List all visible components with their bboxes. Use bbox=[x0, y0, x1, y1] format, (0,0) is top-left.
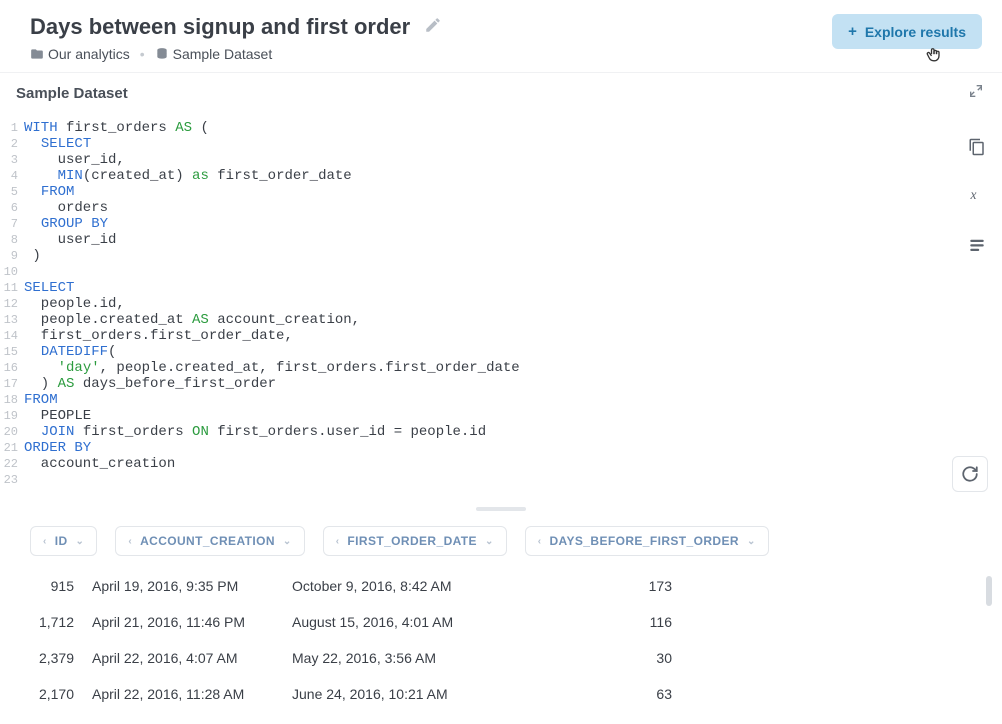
chevron-down-icon: ⌄ bbox=[485, 536, 494, 547]
cell-account-creation: April 19, 2016, 9:35 PM bbox=[92, 578, 292, 594]
svg-text:x: x bbox=[970, 187, 977, 202]
line-number-gutter: 1234567891011121314151617181920212223 bbox=[0, 120, 24, 496]
cell-days-before-first-order: 116 bbox=[512, 614, 672, 630]
snippet-icon[interactable] bbox=[968, 236, 988, 259]
chevron-left-icon: ‹ bbox=[336, 536, 340, 547]
cell-days-before-first-order: 30 bbox=[512, 650, 672, 666]
cell-first-order-date: June 24, 2016, 10:21 AM bbox=[292, 686, 512, 702]
table-row[interactable]: 2,379April 22, 2016, 4:07 AMMay 22, 2016… bbox=[30, 640, 1002, 676]
column-header[interactable]: ‹ DAYS_BEFORE_FIRST_ORDER ⌄ bbox=[525, 526, 769, 556]
column-label: ACCOUNT_CREATION bbox=[140, 534, 275, 548]
pane-resize-handle[interactable] bbox=[0, 502, 1002, 516]
cell-days-before-first-order: 173 bbox=[512, 578, 672, 594]
column-header[interactable]: ‹ ID ⌄ bbox=[30, 526, 97, 556]
cell-id: 2,170 bbox=[30, 686, 92, 702]
explore-results-button[interactable]: + Explore results bbox=[832, 14, 982, 49]
table-row[interactable]: 1,712April 21, 2016, 11:46 PMAugust 15, … bbox=[30, 604, 1002, 640]
cell-id: 915 bbox=[30, 578, 92, 594]
cell-first-order-date: October 9, 2016, 8:42 AM bbox=[292, 578, 512, 594]
column-header[interactable]: ‹ FIRST_ORDER_DATE ⌄ bbox=[323, 526, 507, 556]
explore-results-label: Explore results bbox=[865, 24, 966, 40]
chevron-down-icon: ⌄ bbox=[283, 536, 292, 547]
plus-icon: + bbox=[848, 23, 857, 40]
chevron-left-icon: ‹ bbox=[43, 536, 47, 547]
pencil-icon[interactable] bbox=[424, 16, 442, 39]
chevron-down-icon: ⌄ bbox=[76, 536, 85, 547]
cell-first-order-date: May 22, 2016, 3:56 AM bbox=[292, 650, 512, 666]
cell-account-creation: April 22, 2016, 4:07 AM bbox=[92, 650, 292, 666]
column-header[interactable]: ‹ ACCOUNT_CREATION ⌄ bbox=[115, 526, 304, 556]
page-title: Days between signup and first order bbox=[30, 14, 410, 40]
column-label: ID bbox=[55, 534, 68, 548]
cell-first-order-date: August 15, 2016, 4:01 AM bbox=[292, 614, 512, 630]
table-row[interactable]: 915April 19, 2016, 9:35 PMOctober 9, 201… bbox=[30, 568, 1002, 604]
column-label: FIRST_ORDER_DATE bbox=[347, 534, 477, 548]
chevron-left-icon: ‹ bbox=[128, 536, 132, 547]
breadcrumb: Our analytics • Sample Dataset bbox=[30, 46, 442, 62]
breadcrumb-collection[interactable]: Our analytics bbox=[30, 46, 130, 62]
contract-icon[interactable] bbox=[968, 83, 984, 104]
refresh-button[interactable] bbox=[952, 456, 988, 492]
chevron-down-icon: ⌄ bbox=[747, 536, 756, 547]
breadcrumb-dataset-label: Sample Dataset bbox=[173, 46, 273, 62]
sql-code[interactable]: WITH first_orders AS ( SELECT user_id, M… bbox=[24, 120, 1002, 496]
copy-icon[interactable] bbox=[968, 138, 988, 161]
variable-icon[interactable]: x bbox=[968, 187, 988, 210]
column-label: DAYS_BEFORE_FIRST_ORDER bbox=[549, 534, 738, 548]
folder-icon bbox=[30, 47, 44, 61]
database-icon bbox=[155, 47, 169, 61]
table-row[interactable]: 2,170April 22, 2016, 11:28 AMJune 24, 20… bbox=[30, 676, 1002, 712]
breadcrumb-collection-label: Our analytics bbox=[48, 46, 130, 62]
scrollbar-thumb[interactable] bbox=[986, 576, 992, 606]
breadcrumb-dataset[interactable]: Sample Dataset bbox=[155, 46, 273, 62]
cell-account-creation: April 21, 2016, 11:46 PM bbox=[92, 614, 292, 630]
breadcrumb-separator: • bbox=[140, 46, 145, 62]
cell-days-before-first-order: 63 bbox=[512, 686, 672, 702]
sql-editor[interactable]: 1234567891011121314151617181920212223 WI… bbox=[0, 114, 1002, 502]
cell-id: 1,712 bbox=[30, 614, 92, 630]
chevron-left-icon: ‹ bbox=[538, 536, 542, 547]
cell-id: 2,379 bbox=[30, 650, 92, 666]
dataset-title: Sample Dataset bbox=[16, 85, 128, 102]
drag-bar bbox=[476, 507, 526, 511]
cell-account-creation: April 22, 2016, 11:28 AM bbox=[92, 686, 292, 702]
